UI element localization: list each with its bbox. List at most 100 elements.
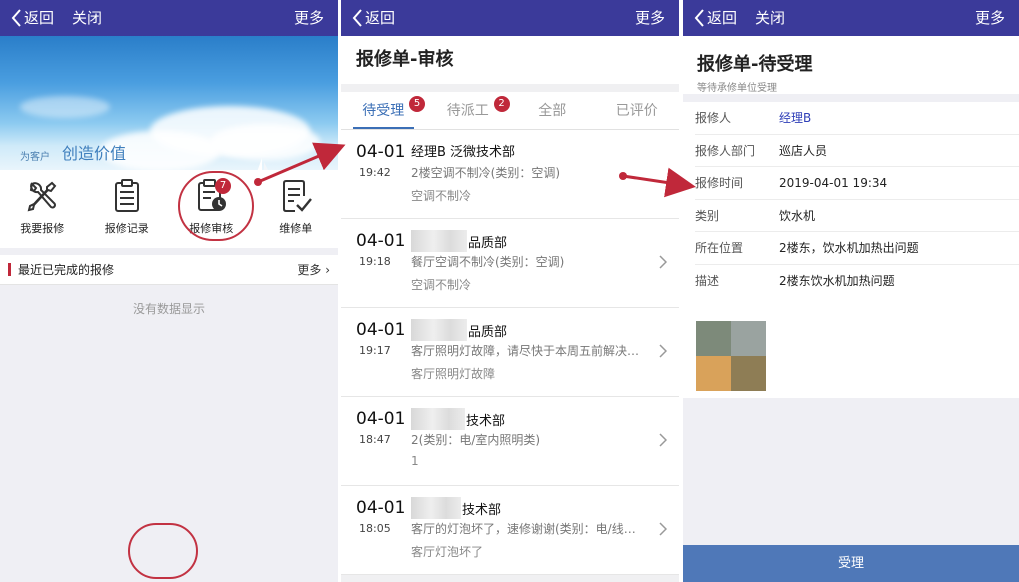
- quick-item-work-order[interactable]: 维修单: [254, 170, 339, 248]
- navbar: 返回 更多: [341, 0, 679, 36]
- tab-all[interactable]: 全部: [510, 92, 595, 129]
- navbar: 返回 关闭 更多: [0, 0, 338, 36]
- navbar: 返回 关闭 更多: [683, 0, 1019, 36]
- back-label: 返回: [707, 9, 738, 27]
- order-summary: 空调不制冷: [411, 278, 472, 292]
- slogan-small: 为客户: [20, 152, 50, 163]
- recent-repairs-header: 最近已完成的报修 更多 ›: [0, 255, 338, 285]
- clipboard-check-icon: [282, 180, 312, 212]
- order-date: 04-01: [356, 231, 406, 251]
- attachment-photo[interactable]: [696, 321, 766, 391]
- wrench-screwdriver-icon: [27, 181, 57, 212]
- back-label: 返回: [365, 9, 396, 27]
- home-panel: 返回 关闭 更多 为客户 创造价值 我要报修 报修记录 7 报修审核 维修单 最…: [0, 0, 338, 582]
- tab-pending[interactable]: 待受理 5: [341, 92, 426, 129]
- order-time: 18:05: [359, 522, 391, 535]
- order-time: 19:17: [359, 344, 391, 357]
- order-row[interactable]: 04-01 19:18 品质部餐厅空调不制冷(类别：空调) 空调不制冷: [341, 219, 679, 308]
- order-dept: 品质部: [411, 230, 507, 252]
- field-row: 报修人 经理B: [695, 102, 1019, 135]
- status-subtitle: 等待承修单位受理: [697, 83, 777, 94]
- order-description: 餐厅空调不制冷(类别：空调): [411, 255, 565, 269]
- more-button[interactable]: 更多: [635, 0, 665, 36]
- field-row: 报修人部门 巡店人员: [695, 135, 1019, 167]
- chevron-left-icon: [352, 9, 362, 27]
- chevron-right-icon: [659, 255, 667, 269]
- recent-more-link[interactable]: 更多 ›: [297, 261, 330, 278]
- detail-header: 报修单-待受理 等待承修单位受理: [683, 36, 1019, 94]
- back-label: 返回: [24, 9, 55, 27]
- field-row: 描述 2楼东饮水机加热问题: [695, 274, 895, 289]
- quick-label: 我要报修: [20, 222, 65, 235]
- reporter-link[interactable]: 经理B: [779, 109, 811, 126]
- order-row[interactable]: 04-01 18:47 技术部 2(类别：电/室内照明类) 1: [341, 397, 679, 486]
- chevron-right-icon: [659, 522, 667, 536]
- field-row: 报修时间 2019-04-01 19:34: [695, 167, 1019, 200]
- order-summary: 客厅灯泡坏了: [411, 545, 484, 559]
- redacted-name: [411, 497, 461, 519]
- more-button[interactable]: 更多: [975, 0, 1005, 36]
- order-row[interactable]: 04-01 19:17 品质部客厅照明灯故障，请尽快于本周五前解决… 客厅照明灯故障: [341, 308, 679, 397]
- order-dept: 品质部: [411, 319, 507, 341]
- order-description: 2(类别：电/室内照明类): [411, 433, 541, 447]
- highlight-ring-review: [178, 171, 254, 241]
- quick-item-records[interactable]: 报修记录: [85, 170, 170, 248]
- banner-image: 为客户 创造价值: [0, 36, 338, 170]
- order-description: 客厅的灯泡坏了，速修谢谢(类别：电/线…: [411, 522, 636, 536]
- back-button[interactable]: 返回: [351, 0, 395, 36]
- order-date: 04-01: [356, 409, 406, 429]
- tab-dispatch[interactable]: 待派工 2: [426, 92, 511, 129]
- close-button[interactable]: 关闭: [72, 0, 102, 36]
- field-row: 类别 饮水机: [695, 200, 1019, 232]
- order-time: 19:18: [359, 255, 391, 268]
- order-summary: 空调不制冷: [411, 189, 472, 203]
- accept-button[interactable]: 受理: [683, 545, 1019, 582]
- order-description: 客厅照明灯故障，请尽快于本周五前解决…: [411, 344, 640, 358]
- more-button[interactable]: 更多: [294, 0, 324, 36]
- order-description: 2楼空调不制冷(类别：空调): [411, 166, 560, 180]
- empty-state: 没有数据显示: [132, 302, 205, 316]
- page-title: 报修单-待受理: [697, 54, 813, 75]
- order-dept: 经理B 泛微技术部: [411, 145, 516, 160]
- back-button[interactable]: 返回: [693, 0, 737, 36]
- pending-badge: 5: [409, 96, 425, 112]
- order-date: 04-01: [356, 498, 406, 518]
- redacted-name: [411, 408, 465, 430]
- chevron-left-icon: [694, 9, 704, 27]
- detail-body: 报修人 经理B 报修人部门 巡店人员 报修时间 2019-04-01 19:34 类别…: [683, 102, 1019, 398]
- quick-label: 报修记录: [104, 222, 149, 235]
- slogan-big: 创造价值: [62, 144, 127, 163]
- close-button[interactable]: 关闭: [755, 0, 785, 36]
- quick-item-report[interactable]: 我要报修: [0, 170, 85, 248]
- redacted-name: [411, 319, 467, 341]
- order-time: 18:47: [359, 433, 391, 446]
- redacted-name: [411, 230, 467, 252]
- order-list: 04-01 19:42 经理B 泛微技术部 2楼空调不制冷(类别：空调) 空调不制冷 04…: [341, 130, 679, 575]
- status-tabs: 待受理 5 待派工 2 全部 已评价: [341, 92, 679, 130]
- clipboard-list-icon: [114, 179, 139, 212]
- chevron-right-icon: [659, 344, 667, 358]
- field-row: 所在位置 2楼东，饮水机加热出问题: [695, 232, 1019, 265]
- order-date: 04-01: [356, 320, 406, 340]
- highlight-ring-accept: [128, 523, 198, 579]
- page-title: 报修单-审核: [341, 36, 679, 84]
- order-row[interactable]: 04-01 19:42 经理B 泛微技术部 2楼空调不制冷(类别：空调) 空调不制冷: [341, 130, 679, 219]
- tab-evaluated[interactable]: 已评价: [595, 92, 680, 129]
- quick-label: 维修单: [279, 222, 313, 235]
- order-summary: 1: [411, 454, 419, 468]
- order-time: 19:42: [359, 166, 391, 179]
- order-summary: 客厅照明灯故障: [411, 367, 496, 381]
- quick-menu: 我要报修 报修记录 7 报修审核 维修单: [0, 170, 338, 248]
- order-dept: 技术部: [411, 408, 505, 430]
- dispatch-badge: 2: [493, 96, 510, 112]
- order-date: 04-01: [356, 142, 406, 162]
- order-dept: 技术部: [411, 497, 501, 519]
- back-button[interactable]: 返回: [10, 0, 54, 36]
- order-row[interactable]: 04-01 18:05 技术部客厅的灯泡坏了，速修谢谢(类别：电/线… 客厅灯泡坏了: [341, 486, 679, 575]
- order-detail-panel: 返回 关闭 更多 报修单-待受理 等待承修单位受理 报修人 经理B 报修人部门 巡店…: [683, 0, 1019, 582]
- sailboat-icon: [257, 158, 268, 170]
- recent-title: 最近已完成的报修: [18, 263, 115, 277]
- review-list-panel: 返回 更多 报修单-审核 待受理 5 待派工 2 全部 已评价 04-01 19:…: [341, 0, 679, 582]
- chevron-left-icon: [11, 9, 21, 27]
- chevron-right-icon: [659, 433, 667, 447]
